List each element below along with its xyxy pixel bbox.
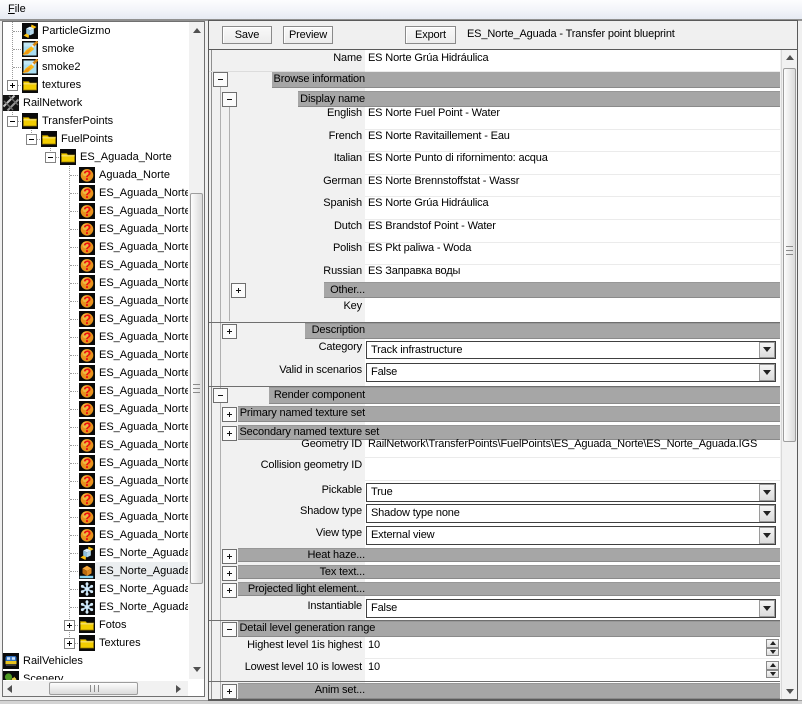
svg-text:?: ? bbox=[83, 204, 91, 219]
svg-text:?: ? bbox=[83, 474, 91, 489]
svg-text:?: ? bbox=[83, 186, 91, 201]
svg-text:?: ? bbox=[83, 510, 91, 525]
svg-text:?: ? bbox=[83, 330, 91, 345]
svg-text:?: ? bbox=[83, 420, 91, 435]
svg-text:?: ? bbox=[83, 240, 91, 255]
svg-text:?: ? bbox=[83, 492, 91, 507]
svg-text:?: ? bbox=[83, 312, 91, 327]
svg-text:?: ? bbox=[83, 366, 91, 381]
svg-text:?: ? bbox=[83, 438, 91, 453]
svg-text:?: ? bbox=[83, 384, 91, 399]
svg-text:?: ? bbox=[83, 348, 91, 363]
svg-text:?: ? bbox=[83, 456, 91, 471]
svg-text:?: ? bbox=[83, 258, 91, 273]
svg-text:?: ? bbox=[83, 294, 91, 309]
svg-text:?: ? bbox=[83, 222, 91, 237]
svg-text:?: ? bbox=[83, 528, 91, 543]
svg-text:?: ? bbox=[83, 276, 91, 291]
svg-text:?: ? bbox=[83, 168, 91, 183]
svg-text:?: ? bbox=[83, 402, 91, 417]
